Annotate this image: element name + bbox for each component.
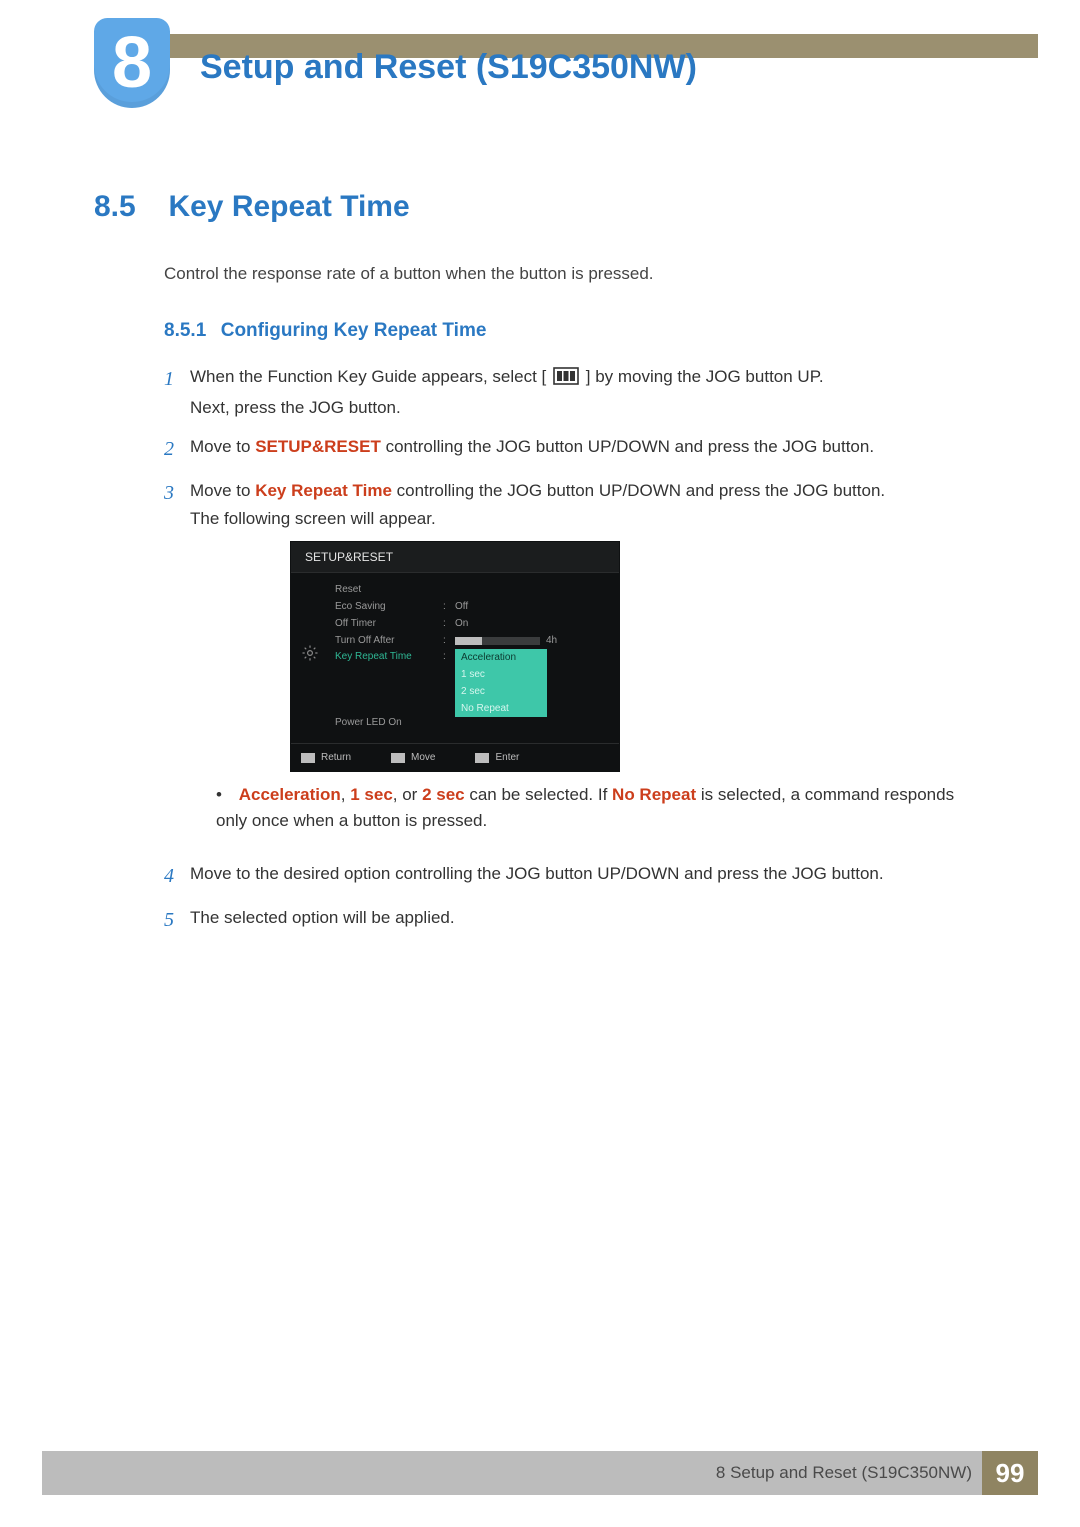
bullet-sep: , — [341, 785, 350, 804]
return-glyph-icon — [301, 753, 315, 763]
section-intro: Control the response rate of a button wh… — [164, 264, 988, 284]
osd-label: Eco Saving — [335, 599, 443, 614]
move-glyph-icon — [391, 753, 405, 763]
bullet-sep: , or — [393, 785, 422, 804]
osd-screenshot: SETUP&RESET Reset — [290, 541, 988, 772]
osd-list: Reset Eco Saving : Off Off Timer : — [329, 581, 619, 731]
footer-page-number: 99 — [982, 1451, 1038, 1495]
osd-colon: : — [443, 599, 455, 614]
osd-row-offtimer: Off Timer : On — [335, 615, 613, 632]
step-number: 5 — [164, 905, 190, 935]
step-3-text-c: The following screen will appear. — [190, 506, 988, 532]
osd-footer-label: Move — [411, 750, 435, 765]
osd-slider-fill — [455, 637, 482, 645]
bullet-bold-4: No Repeat — [612, 785, 696, 804]
osd-dropdown-option-selected: Acceleration — [455, 649, 547, 666]
bullet-dot-icon: • — [216, 782, 234, 808]
step-number: 2 — [164, 434, 190, 464]
osd-row-reset: Reset — [335, 581, 613, 598]
osd-body: Reset Eco Saving : Off Off Timer : — [291, 573, 619, 743]
osd-slider-value: 4h — [546, 633, 557, 648]
bullet-bold-2: 1 sec — [350, 785, 393, 804]
step-number: 3 — [164, 478, 190, 847]
osd-footer-return: Return — [301, 750, 351, 765]
step-2-bold: SETUP&RESET — [255, 437, 381, 456]
gear-icon — [301, 644, 319, 668]
subsection-title: Configuring Key Repeat Time — [221, 320, 487, 341]
step-4: 4 Move to the desired option controlling… — [164, 861, 988, 891]
bracket-close: ] — [586, 367, 595, 386]
osd-colon: : — [443, 649, 455, 664]
step-5-text: The selected option will be applied. — [190, 905, 988, 935]
step-3: 3 Move to Key Repeat Time controlling th… — [164, 478, 988, 847]
osd-colon: : — [443, 633, 455, 648]
osd-footer-label: Enter — [495, 750, 519, 765]
subsection-number: 8.5.1 — [164, 320, 206, 341]
step-2: 2 Move to SETUP&RESET controlling the JO… — [164, 434, 988, 464]
step-5: 5 The selected option will be applied. — [164, 905, 988, 935]
bullet-text-b: can be selected. If — [465, 785, 612, 804]
bullet-bold-1: Acceleration — [239, 785, 341, 804]
osd-row-eco: Eco Saving : Off — [335, 598, 613, 615]
step-3-text-b: controlling the JOG button UP/DOWN and p… — [392, 481, 885, 500]
osd-colon: : — [443, 616, 455, 631]
page-content: 8.5 Key Repeat Time Control the response… — [94, 190, 988, 949]
osd-title: SETUP&RESET — [291, 542, 619, 573]
bracket-open: [ — [542, 367, 547, 386]
osd-dropdown: Acceleration 1 sec 2 sec No Repeat — [455, 649, 547, 717]
step-2-text-b: controlling the JOG button UP/DOWN and p… — [381, 437, 874, 456]
osd-footer-label: Return — [321, 750, 351, 765]
section-number: 8.5 — [94, 190, 164, 224]
step-2-text-a: Move to — [190, 437, 255, 456]
step-1-text-a: When the Function Key Guide appears, sel… — [190, 367, 537, 386]
osd-dropdown-option: 1 sec — [455, 666, 547, 683]
subsection-heading: 8.5.1 Configuring Key Repeat Time — [164, 320, 988, 342]
osd-slider — [455, 637, 540, 645]
steps-list: 1 When the Function Key Guide appears, s… — [164, 364, 988, 935]
osd-row-krt: Key Repeat Time : Acceleration 1 sec 2 s… — [335, 649, 613, 664]
footer-text: 8 Setup and Reset (S19C350NW) — [716, 1463, 972, 1483]
bullet-bold-3: 2 sec — [422, 785, 465, 804]
osd-left-icon-col — [291, 581, 329, 731]
step-3-text-a: Move to — [190, 481, 255, 500]
chapter-title: Setup and Reset (S19C350NW) — [200, 48, 697, 87]
step-1: 1 When the Function Key Guide appears, s… — [164, 364, 988, 420]
chapter-badge: 8 — [94, 18, 170, 108]
osd-value: Off — [455, 599, 468, 614]
section-heading: 8.5 Key Repeat Time — [94, 190, 988, 224]
osd-label: Off Timer — [335, 616, 443, 631]
section-title: Key Repeat Time — [168, 190, 409, 224]
step-1-text-b: by moving the JOG button UP. — [595, 367, 823, 386]
osd-value: On — [455, 616, 468, 631]
osd-label: Reset — [335, 582, 443, 597]
osd-label: Turn Off After — [335, 633, 443, 648]
step-4-text: Move to the desired option controlling t… — [190, 861, 988, 891]
step-number: 4 — [164, 861, 190, 891]
menu-grid-icon — [553, 367, 579, 393]
step-3-bold: Key Repeat Time — [255, 481, 392, 500]
osd-panel: SETUP&RESET Reset — [290, 541, 620, 772]
osd-footer-move: Move — [391, 750, 435, 765]
osd-label-active: Key Repeat Time — [335, 649, 443, 664]
footer-bar: 8 Setup and Reset (S19C350NW) 99 — [42, 1451, 1038, 1495]
osd-row-turnoff: Turn Off After : 4h — [335, 632, 613, 649]
osd-label: Power LED On — [335, 715, 443, 730]
step-1-text-c: Next, press the JOG button. — [190, 395, 988, 421]
osd-footer-enter: Enter — [475, 750, 519, 765]
osd-row-powerled: Power LED On — [335, 714, 613, 731]
osd-footer: Return Move Enter — [291, 743, 619, 771]
step-number: 1 — [164, 364, 190, 420]
osd-dropdown-option: 2 sec — [455, 683, 547, 700]
enter-glyph-icon — [475, 753, 489, 763]
bullet-note: • Acceleration, 1 sec, or 2 sec can be s… — [216, 782, 988, 833]
chapter-number: 8 — [112, 27, 152, 99]
